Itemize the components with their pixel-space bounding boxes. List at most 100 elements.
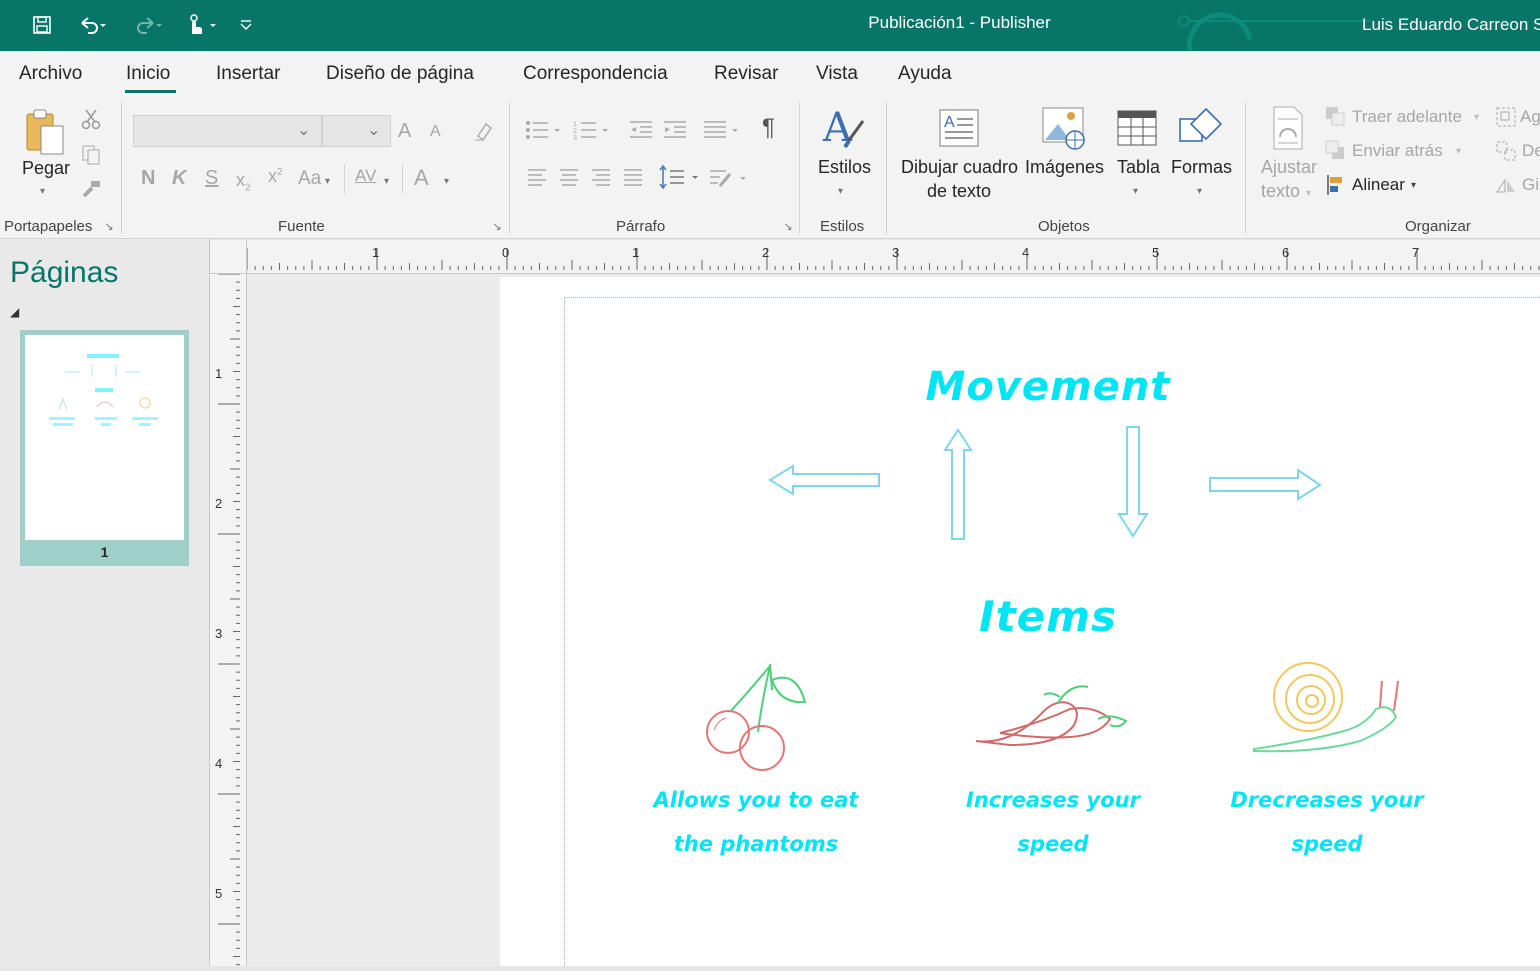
tab-correspondencia[interactable]: Correspondencia [523, 63, 668, 85]
show-formatting-button[interactable]: ¶ [762, 114, 775, 142]
tab-revisar[interactable]: Revisar [714, 63, 778, 85]
customize-qat-icon[interactable] [236, 10, 256, 40]
collapse-pane-icon[interactable]: ◢ [10, 305, 19, 319]
table-label[interactable]: Tabla [1117, 157, 1160, 178]
columns-icon[interactable] [702, 116, 742, 144]
rotate-objects-icon[interactable] [1494, 174, 1518, 196]
line-spacing-icon[interactable] [658, 162, 702, 192]
wrap-text-label-2[interactable]: texto [1261, 181, 1300, 202]
font-color-button[interactable]: A [414, 165, 429, 191]
shrink-font-button[interactable]: A [430, 123, 441, 141]
justify-icon[interactable] [620, 164, 646, 192]
underline-button[interactable]: S [205, 167, 218, 190]
grow-font-button[interactable]: A [398, 120, 411, 143]
chili-pepper-icon[interactable] [970, 675, 1135, 755]
caption-snail[interactable]: Drecreases your speed [1222, 778, 1432, 866]
send-backward-dropdown-icon[interactable]: ▾ [1456, 146, 1461, 157]
superscript-button[interactable]: x2 [268, 166, 283, 187]
arrow-down-icon[interactable] [1116, 424, 1152, 540]
align-center-icon[interactable] [556, 164, 582, 192]
page-thumbnail-selected[interactable]: 1 [20, 330, 189, 566]
paste-dropdown-icon[interactable]: ▾ [40, 186, 45, 197]
caption-pepper[interactable]: Increases your speed [955, 778, 1151, 866]
tab-diseno-pagina[interactable]: Diseño de página [326, 63, 474, 85]
table-dropdown-icon[interactable]: ▾ [1133, 186, 1138, 197]
images-label[interactable]: Imágenes [1025, 157, 1104, 178]
format-painter-icon[interactable] [78, 176, 104, 202]
send-backward-label[interactable]: Enviar atrás [1352, 141, 1443, 161]
wrap-text-icon[interactable] [1268, 104, 1308, 152]
draw-text-box-label-2[interactable]: de texto [927, 181, 991, 202]
change-case-dropdown-icon[interactable]: ▾ [325, 176, 330, 187]
bullets-icon[interactable] [524, 116, 564, 144]
shapes-icon[interactable] [1176, 104, 1226, 152]
save-icon[interactable] [28, 10, 56, 40]
cherry-icon[interactable] [700, 660, 812, 772]
shapes-label[interactable]: Formas [1171, 157, 1232, 178]
touch-mode-icon[interactable] [178, 10, 222, 40]
draw-text-box-label-1[interactable]: Dibujar cuadro [901, 157, 1018, 178]
align-objects-label[interactable]: Alinear [1352, 175, 1405, 195]
shapes-dropdown-icon[interactable]: ▾ [1197, 186, 1202, 197]
images-icon[interactable] [1040, 104, 1088, 152]
rotate-objects-label[interactable]: Gi [1522, 175, 1539, 195]
group-objects-icon[interactable] [1494, 106, 1518, 128]
paragraph-launcher-icon[interactable]: ↘ [781, 219, 795, 233]
redo-icon[interactable] [126, 10, 170, 40]
italic-button[interactable]: K [172, 167, 186, 190]
decrease-indent-icon[interactable] [626, 116, 656, 144]
styles-icon[interactable]: A [818, 102, 868, 154]
wrap-text-dropdown-icon[interactable]: ▾ [1306, 188, 1311, 199]
align-right-icon[interactable] [588, 164, 614, 192]
snail-icon[interactable] [1248, 655, 1403, 755]
change-case-button[interactable]: Aa [298, 168, 321, 190]
horizontal-ruler[interactable]: 1 0 1 2 3 4 5 6 7 [246, 240, 1540, 274]
text-box-icon[interactable]: A [936, 106, 982, 150]
clear-formatting-icon[interactable] [470, 118, 496, 144]
paragraph-settings-icon[interactable] [708, 164, 750, 192]
send-backward-icon[interactable] [1324, 140, 1346, 160]
tab-archivo[interactable]: Archivo [19, 63, 82, 85]
ungroup-objects-icon[interactable] [1494, 140, 1518, 162]
vertical-ruler[interactable]: 1 2 3 4 5 [210, 273, 247, 966]
arrow-left-icon[interactable] [765, 460, 885, 500]
spacing-dropdown-icon[interactable]: ▾ [384, 176, 389, 187]
numbering-icon[interactable]: 123 [572, 116, 612, 144]
tab-inicio[interactable]: Inicio [126, 63, 170, 85]
font-size-combo[interactable]: ⌄ [322, 115, 391, 147]
arrow-right-icon[interactable] [1206, 465, 1326, 505]
font-color-dropdown-icon[interactable]: ▾ [444, 176, 449, 187]
group-objects-label[interactable]: Ag [1520, 107, 1540, 127]
page-thumbnail[interactable] [25, 335, 184, 540]
user-name[interactable]: Luis Eduardo Carreon S [1362, 15, 1540, 35]
align-left-icon[interactable] [524, 164, 550, 192]
heading-movement[interactable]: Movement [900, 364, 1196, 410]
tab-insertar[interactable]: Insertar [216, 63, 280, 85]
cut-icon[interactable] [78, 106, 104, 132]
undo-icon[interactable] [70, 10, 114, 40]
arrow-up-icon[interactable] [940, 426, 976, 544]
paste-label[interactable]: Pegar [22, 158, 70, 179]
bold-button[interactable]: N [141, 167, 155, 190]
ruler-corner[interactable] [210, 240, 247, 274]
bring-forward-icon[interactable] [1324, 106, 1346, 126]
align-objects-dropdown-icon[interactable]: ▾ [1411, 180, 1416, 191]
tab-vista[interactable]: Vista [816, 63, 858, 85]
tab-ayuda[interactable]: Ayuda [898, 63, 952, 85]
wrap-text-label-1[interactable]: Ajustar [1261, 157, 1317, 178]
heading-items[interactable]: Items [950, 592, 1146, 641]
styles-dropdown-icon[interactable]: ▾ [838, 186, 843, 197]
character-spacing-button[interactable]: AV [355, 166, 376, 186]
bring-forward-dropdown-icon[interactable]: ▾ [1474, 112, 1479, 123]
caption-cherry[interactable]: Allows you to eat the phantoms [640, 778, 872, 866]
bring-forward-label[interactable]: Traer adelante [1352, 107, 1462, 127]
subscript-button[interactable]: x2 [236, 170, 251, 194]
font-name-combo[interactable]: ⌄ [133, 115, 322, 147]
ungroup-objects-label[interactable]: De [1522, 141, 1540, 161]
paste-icon[interactable] [22, 104, 68, 160]
font-launcher-icon[interactable]: ↘ [490, 219, 504, 233]
copy-icon[interactable] [78, 142, 104, 168]
styles-label[interactable]: Estilos [818, 157, 871, 178]
increase-indent-icon[interactable] [660, 116, 690, 144]
align-objects-icon[interactable] [1324, 174, 1346, 196]
